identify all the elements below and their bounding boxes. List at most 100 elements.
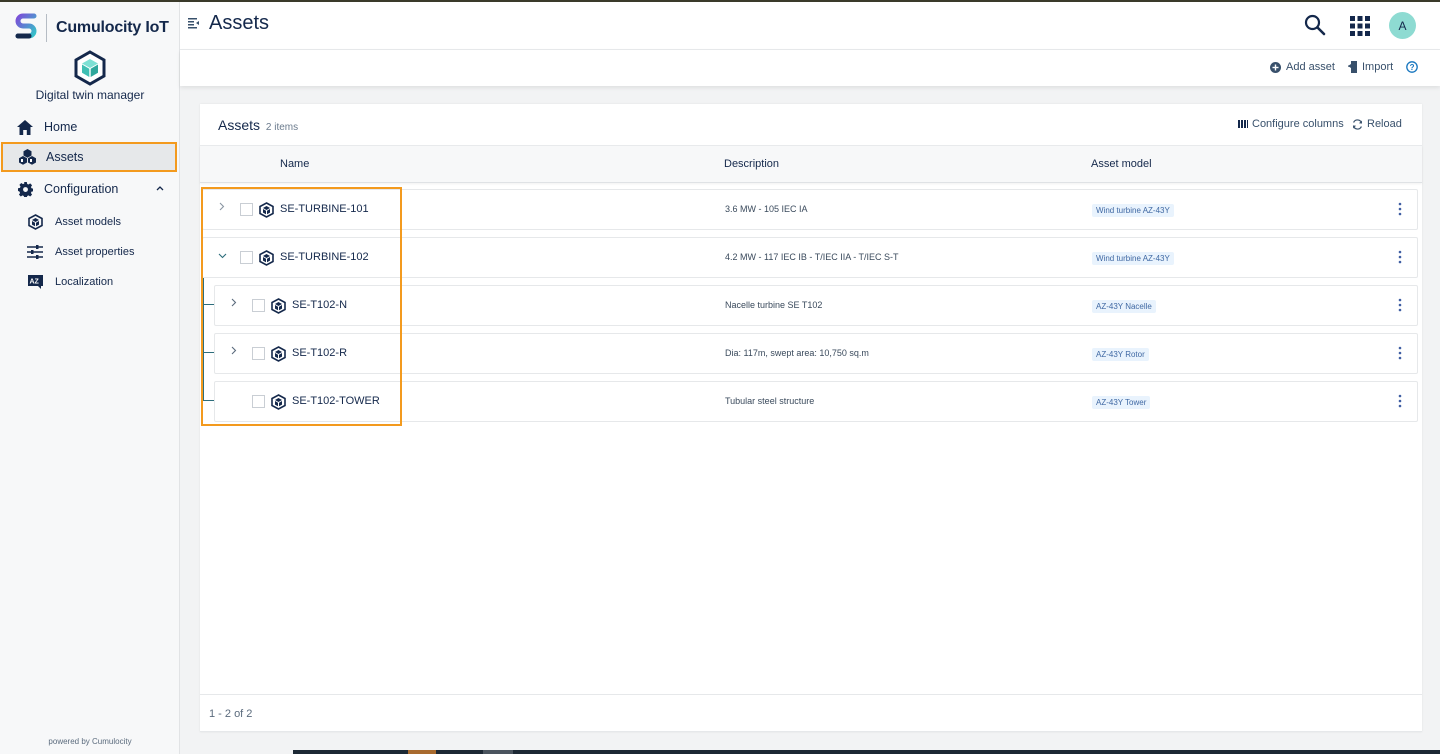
add-asset-label: Add asset — [1286, 61, 1335, 73]
cumulocity-logo-icon — [15, 13, 37, 39]
row-checkbox[interactable] — [252, 299, 265, 312]
asset-model-badge: AZ-43Y Nacelle — [1092, 300, 1156, 313]
asset-name-link[interactable]: SE-T102-R — [292, 347, 347, 359]
asset-model-badge: Wind turbine AZ-43Y — [1092, 252, 1174, 265]
app-switcher-icon[interactable] — [1350, 16, 1370, 36]
sliders-icon — [27, 244, 43, 260]
pagination-info: 1 - 2 of 2 — [209, 708, 253, 720]
table-row[interactable]: SE-T102-R Dia: 117m, swept area: 10,750 … — [214, 333, 1418, 374]
asset-model-badge: AZ-43Y Rotor — [1092, 348, 1149, 361]
svg-text:?: ? — [1410, 63, 1415, 72]
chevron-right-icon[interactable] — [228, 298, 240, 312]
digital-twin-app-icon — [74, 50, 106, 86]
column-header-name[interactable]: Name — [280, 158, 309, 170]
asset-cube-icon — [271, 346, 286, 362]
chevron-right-icon[interactable] — [228, 346, 240, 360]
row-checkbox[interactable] — [252, 395, 265, 408]
asset-cube-icon — [271, 298, 286, 314]
asset-name-link[interactable]: SE-T102-N — [292, 299, 347, 311]
table-row[interactable]: SE-T102-N Nacelle turbine SE T102 AZ-43Y… — [214, 285, 1418, 326]
asset-cube-icon — [271, 394, 286, 410]
sidebar-item-label: Assets — [46, 150, 84, 164]
more-actions-icon[interactable] — [1395, 297, 1405, 313]
asset-name-link[interactable]: SE-T102-TOWER — [292, 395, 380, 407]
tree-connector — [203, 278, 204, 401]
row-checkbox[interactable] — [240, 203, 253, 216]
import-button[interactable]: Import — [1348, 61, 1393, 73]
columns-icon — [1238, 120, 1248, 128]
home-icon — [16, 118, 34, 136]
row-checkbox[interactable] — [252, 347, 265, 360]
table-row[interactable]: SE-T102-TOWER Tubular steel structure AZ… — [214, 381, 1418, 422]
asset-description: Tubular steel structure — [725, 396, 815, 406]
row-checkbox[interactable] — [240, 251, 253, 264]
sidebar-item-configuration[interactable]: Configuration — [0, 174, 180, 204]
sidebar-subitem-label: Asset models — [55, 216, 122, 228]
sidebar-subitem-label: Asset properties — [55, 246, 135, 258]
chevron-down-icon[interactable] — [216, 250, 228, 264]
taskbar-strip — [293, 750, 1440, 754]
more-actions-icon[interactable] — [1395, 393, 1405, 409]
powered-by: powered by Cumulocity — [48, 737, 132, 746]
sidebar-item-label: Configuration — [44, 182, 119, 196]
asset-model-badge: AZ-43Y Tower — [1092, 396, 1151, 409]
localization-icon: AZ — [27, 274, 43, 290]
chevron-up-icon — [156, 183, 164, 194]
reload-label: Reload — [1367, 118, 1402, 130]
sidebar-subitem-asset-properties[interactable]: Asset properties — [0, 237, 180, 267]
card-title-text: Assets — [218, 117, 261, 133]
item-count: 2 items — [265, 122, 299, 133]
asset-name-link[interactable]: SE-TURBINE-102 — [280, 251, 369, 263]
user-avatar[interactable]: A — [1389, 12, 1416, 39]
more-actions-icon[interactable] — [1395, 201, 1405, 217]
table-footer: 1 - 2 of 2 — [200, 694, 1422, 732]
asset-name-link[interactable]: SE-TURBINE-101 — [280, 203, 369, 215]
configure-columns-button[interactable]: Configure columns — [1238, 118, 1344, 130]
help-button[interactable]: ? — [1406, 61, 1423, 73]
sidebar-item-home[interactable]: Home — [0, 112, 180, 142]
search-icon[interactable] — [1304, 14, 1326, 36]
brand-divider — [46, 14, 47, 42]
brand: Cumulocity IoT — [14, 12, 169, 44]
action-bar: Add asset Import ? — [180, 50, 1440, 86]
asset-description: 3.6 MW - 105 IEC IA — [725, 204, 808, 214]
chevron-right-icon[interactable] — [216, 202, 228, 216]
gear-icon — [16, 180, 34, 198]
card-header: Assets 2 items Configure columns Reload — [200, 104, 1422, 146]
asset-cube-icon — [259, 202, 274, 218]
sidebar-subitem-localization[interactable]: AZ Localization — [0, 267, 180, 297]
cube-icon — [27, 214, 43, 230]
sidebar: Cumulocity IoT Digital twin manager Home — [0, 2, 180, 754]
brand-name: Cumulocity IoT — [56, 19, 169, 36]
column-header-asset-model[interactable]: Asset model — [1091, 158, 1152, 170]
card-title: Assets 2 items — [218, 117, 298, 133]
import-icon — [1348, 61, 1357, 73]
more-actions-icon[interactable] — [1395, 345, 1405, 361]
sidebar-item-assets[interactable]: Assets — [1, 142, 177, 172]
table-row[interactable]: SE-TURBINE-102 4.2 MW - 117 IEC IB - T/I… — [202, 237, 1418, 278]
sidebar-subitem-label: Localization — [55, 276, 114, 288]
asset-description: Nacelle turbine SE T102 — [725, 300, 823, 310]
add-asset-button[interactable]: Add asset — [1270, 61, 1335, 73]
asset-model-badge: Wind turbine AZ-43Y — [1092, 204, 1174, 217]
table-row[interactable]: SE-TURBINE-101 3.6 MW - 105 IEC IA Wind … — [202, 189, 1418, 230]
taskbar-segment — [483, 750, 513, 754]
sidebar-item-label: Home — [44, 120, 78, 134]
sidebar-nav: Home Assets Configuration Asset models A… — [0, 112, 180, 297]
asset-cube-icon — [259, 250, 274, 266]
configure-columns-label: Configure columns — [1252, 118, 1344, 130]
app-name: Digital twin manager — [35, 88, 145, 102]
page-header: Assets A — [180, 2, 1440, 50]
plus-circle-icon — [1270, 61, 1281, 73]
sidebar-subitem-asset-models[interactable]: Asset models — [0, 207, 180, 237]
toggle-sidebar-icon[interactable] — [188, 17, 200, 29]
column-header-description[interactable]: Description — [724, 158, 779, 170]
help-icon: ? — [1406, 61, 1418, 73]
page-title: Assets — [209, 12, 270, 34]
import-label: Import — [1362, 61, 1394, 73]
asset-description: 4.2 MW - 117 IEC IB - T/IEC IIA - T/IEC … — [725, 252, 899, 262]
more-actions-icon[interactable] — [1395, 249, 1405, 265]
reload-icon — [1352, 118, 1363, 130]
svg-text:AZ: AZ — [29, 279, 39, 286]
reload-button[interactable]: Reload — [1352, 118, 1402, 130]
